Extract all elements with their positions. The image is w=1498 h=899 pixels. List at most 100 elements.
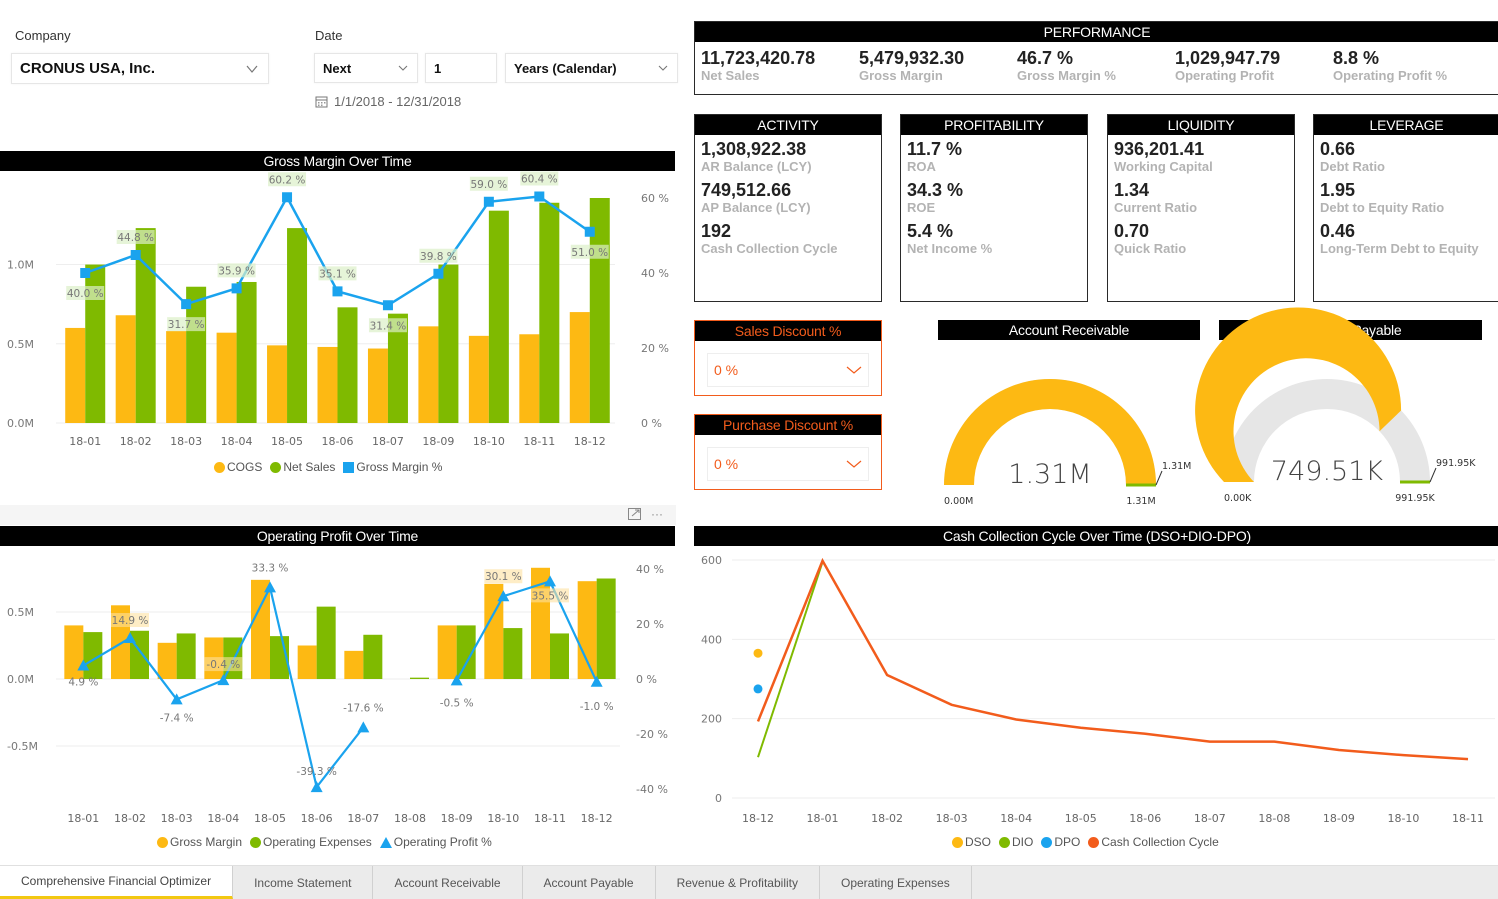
x-tick-label: 18-12 <box>581 812 613 825</box>
legend-label: DPO <box>1054 835 1081 849</box>
tab-operating-expenses[interactable]: Operating Expenses <box>820 866 972 899</box>
x-tick-label: 18-07 <box>1194 812 1226 825</box>
card-kpi: 1.34 Current Ratio <box>1114 180 1288 215</box>
x-tick-label: 18-04 <box>207 812 239 825</box>
x-tick-label: 18-11 <box>1452 812 1484 825</box>
date-unit-value: Years (Calendar) <box>514 60 617 76</box>
y-left-tick-label: 0.0M <box>7 673 34 686</box>
x-tick-label: 18-01 <box>807 812 839 825</box>
focus-mode-icon[interactable] <box>628 508 641 520</box>
sales-discount-title: Sales Discount % <box>695 321 881 341</box>
company-dropdown[interactable]: CRONUS USA, Inc. <box>11 53 269 84</box>
kpi-label: Net Income % <box>907 241 993 256</box>
y-left-tick-label: 0.0M <box>7 417 34 430</box>
y-right-tick-label: -40 % <box>636 783 668 796</box>
legend-dot-icon <box>214 461 225 473</box>
card-kpi: 192 Cash Collection Cycle <box>701 221 875 256</box>
legend-item-operating-profit-pct[interactable]: Operating Profit % <box>379 835 492 849</box>
tab-revenue-profitability[interactable]: Revenue & Profitability <box>656 866 820 899</box>
marker-gross-margin-pct <box>80 268 91 278</box>
x-tick-label: 18-06 <box>322 435 354 448</box>
date-count-input[interactable]: 1 <box>425 53 497 83</box>
gauge-target-leader <box>1429 467 1437 483</box>
performance-card: PERFORMANCE 11,723,420.78 Net Sales 5,479… <box>694 21 1498 95</box>
x-tick-label: 18-01 <box>69 435 101 448</box>
marker-gross-margin-pct <box>231 283 242 294</box>
x-tick-label: 18-12 <box>574 435 606 448</box>
legend-item-dio[interactable]: DIO <box>999 835 1033 849</box>
series-line-operating-profit-pct <box>455 580 598 683</box>
x-tick-label: 18-07 <box>372 435 404 448</box>
legend-item-net-sales[interactable]: Net Sales <box>270 460 335 474</box>
cash-cycle-chart-title: Cash Collection Cycle Over Time (DSO+DIO… <box>694 526 1498 546</box>
data-label: 35.1 % <box>319 268 356 280</box>
y-tick-label: 600 <box>701 554 722 567</box>
legend-item-operating-expenses[interactable]: Operating Expenses <box>250 835 372 849</box>
bar-cogs <box>418 326 439 423</box>
date-relative-dropdown[interactable]: Next <box>314 53 418 83</box>
tab-account-payable[interactable]: Account Payable <box>523 866 656 899</box>
cash-cycle-chart: 0 200 400 600 18-12 18-01 18-02 18-03 18-04 18-05… <box>701 554 1495 825</box>
bar-cogs <box>115 315 136 423</box>
legend-item-cogs[interactable]: COGS <box>214 460 262 474</box>
tab-comprehensive-financial-optimizer[interactable]: Comprehensive Financial Optimizer <box>0 866 234 899</box>
ap-gauge: 749.51K 0.00K 991.95K 991.95K <box>1195 307 1476 504</box>
performance-kpi: 5,479,932.30 Gross Margin <box>859 48 1017 83</box>
kpi-label: AR Balance (LCY) <box>701 159 812 174</box>
bar-cogs <box>65 327 86 423</box>
performance-kpi: 11,723,420.78 Net Sales <box>701 48 859 83</box>
y-right-tick-label: 20 % <box>641 342 669 355</box>
legend-label: Gross Margin <box>170 835 243 849</box>
x-tick-label: 18-11 <box>534 812 566 825</box>
kpi-value: 936,201.41 <box>1114 139 1205 159</box>
x-tick-label: 18-10 <box>1387 812 1419 825</box>
tab-account-receivable[interactable]: Account Receivable <box>373 866 523 899</box>
legend-item-gross-margin[interactable]: Gross Margin <box>157 835 242 849</box>
marker-gross-margin-pct <box>584 226 595 237</box>
legend-label: Gross Margin % <box>356 460 443 474</box>
legend-item-dso[interactable]: DSO <box>952 835 991 849</box>
kpi-value: 0.70 <box>1114 221 1150 241</box>
company-label: Company <box>15 28 71 43</box>
purchase-discount-dropdown[interactable]: 0 % <box>707 447 869 481</box>
sales-discount-dropdown[interactable]: 0 % <box>707 353 869 387</box>
more-options-icon[interactable]: ··· <box>651 507 663 521</box>
kpi-label: Cash Collection Cycle <box>701 241 838 256</box>
data-label: 31.4 % <box>370 320 407 332</box>
legend-dot-icon <box>1041 836 1053 848</box>
legend-label: DIO <box>1012 835 1034 849</box>
bar-operating-expenses <box>596 578 616 679</box>
data-label: 44.8 % <box>117 232 154 244</box>
purchase-discount-slicer: Purchase Discount % 0 % <box>694 414 882 490</box>
data-label: -1.0 % <box>580 701 614 713</box>
kpi-value: 34.3 % <box>907 180 964 200</box>
y-tick-label: 0 <box>715 792 722 805</box>
data-label: -0.4 % <box>206 659 240 671</box>
date-unit-dropdown[interactable]: Years (Calendar) <box>505 53 678 83</box>
performance-title: PERFORMANCE <box>695 22 1498 42</box>
card-title: LIQUIDITY <box>1108 115 1294 135</box>
bar-operating-expenses <box>550 633 569 679</box>
chevron-down-icon <box>246 65 258 73</box>
x-tick-label: 18-06 <box>301 812 333 825</box>
legend-label: Cash Collection Cycle <box>1101 835 1219 849</box>
x-tick-label: 18-09 <box>1323 812 1355 825</box>
performance-kpi: 46.7 % Gross Margin % <box>1017 48 1175 83</box>
data-label: 31.7 % <box>168 319 205 331</box>
legend-item-gross-margin-pct[interactable]: Gross Margin % <box>343 460 442 474</box>
kpi-value: 5.4 % <box>907 221 954 241</box>
legend-item-cash-collection-cycle[interactable]: Cash Collection Cycle <box>1088 835 1219 849</box>
kpi-label: Current Ratio <box>1114 200 1198 215</box>
data-label: 14.9 % <box>112 615 149 627</box>
kpi-label: Debt Ratio <box>1320 159 1385 174</box>
x-tick-label: 18-08 <box>394 812 426 825</box>
date-range-text: 1/1/2018 - 12/31/2018 <box>334 94 462 109</box>
bar-gross-margin <box>157 642 177 679</box>
marker-gross-margin-pct <box>433 268 444 279</box>
bar-operating-expenses <box>410 677 429 679</box>
legend-item-dpo[interactable]: DPO <box>1041 835 1080 849</box>
tab-income-statement[interactable]: Income Statement <box>233 866 374 899</box>
bar-cogs <box>519 334 540 423</box>
kpi-label: Gross Margin <box>859 68 943 83</box>
operating-profit-legend: Gross Margin Operating Expenses Operatin… <box>157 835 492 849</box>
